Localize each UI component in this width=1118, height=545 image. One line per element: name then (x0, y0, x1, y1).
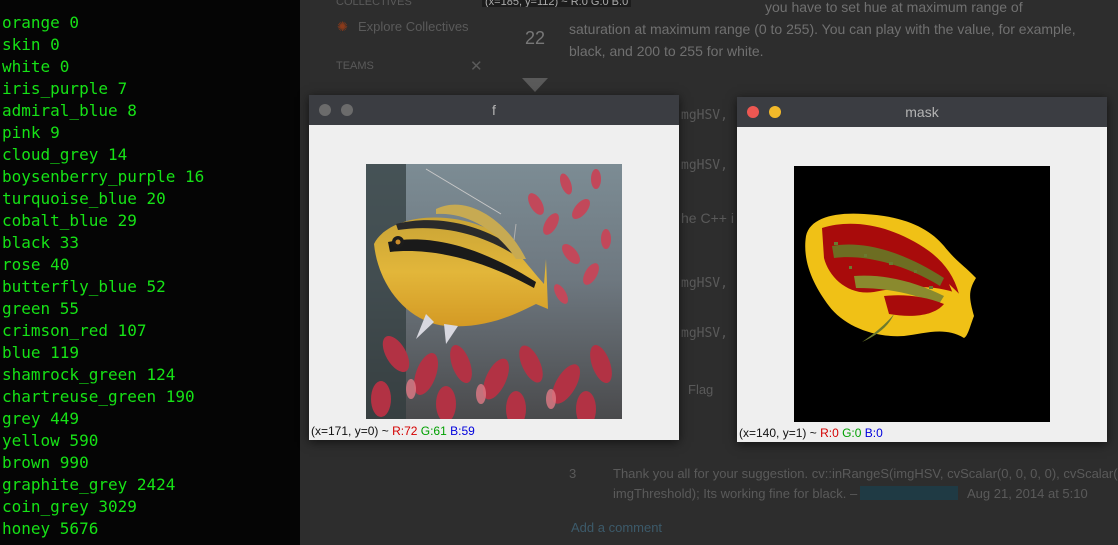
answer-fragment: he C++ i (681, 210, 734, 226)
code-fragment: mgHSV, (681, 158, 728, 173)
terminal-line: black 33 (2, 233, 80, 252)
comment-text-line-2: imgThreshold); Its working fine for blac… (613, 486, 858, 501)
add-comment-link[interactable]: Add a comment (571, 520, 662, 535)
status-blue-value: B:59 (450, 424, 475, 438)
status-red-value: R:72 (392, 424, 418, 438)
image-window-f[interactable]: f (x=171, y=0) ~ R:72 G:61 B:59 (309, 95, 679, 440)
terminal-line: yellow 590 (2, 431, 99, 450)
code-fragment: mgHSV, (681, 108, 728, 123)
terminal-line: rose 40 (2, 255, 70, 274)
status-green-value: G:0 (842, 426, 862, 440)
terminal-line: cobalt_blue 29 (2, 211, 137, 230)
terminal-line: brown 990 (2, 453, 89, 472)
window-title: f (492, 102, 496, 118)
status-coordinates: (x=140, y=1) ~ (739, 426, 817, 440)
collectives-label: COLLECTIVES (336, 0, 412, 8)
terminal-line: shamrock_green 124 (2, 365, 176, 384)
terminal-line: orange 0 (2, 13, 80, 32)
window-titlebar[interactable]: mask (737, 97, 1107, 127)
answer-text-line-2: saturation at maximum range (0 to 255). … (569, 21, 1076, 37)
terminal-line: crimson_red 107 (2, 321, 147, 340)
status-bar: (x=140, y=1) ~ R:0 G:0 B:0 (739, 426, 883, 440)
terminal-line: graphite_grey 2424 (2, 475, 176, 494)
terminal-line: chartreuse_green 190 (2, 387, 195, 406)
terminal-line: cloud_grey 14 (2, 145, 128, 164)
close-icon[interactable]: ✕ (470, 57, 483, 75)
terminal-line: admiral_blue 8 (2, 101, 137, 120)
comment-date: Aug 21, 2014 at 5:10 (967, 486, 1088, 501)
comment-user-badge[interactable] (860, 486, 958, 500)
teams-label: TEAMS (336, 60, 374, 72)
downvote-icon[interactable] (520, 76, 550, 94)
terminal-line: boysenberry_purple 16 (2, 167, 205, 186)
terminal-line: white 0 (2, 57, 70, 76)
terminal-line: butterfly_blue 52 (2, 277, 166, 296)
terminal-line: turquoise_blue 20 (2, 189, 166, 208)
window-title: mask (905, 104, 939, 120)
code-fragment: mgHSV, (681, 276, 728, 291)
explore-collectives-link[interactable]: Explore Collectives (358, 19, 469, 34)
terminal-line: iris_purple 7 (2, 79, 128, 98)
terminal-line: skin 0 (2, 35, 60, 54)
coordinate-tooltip: (x=185, y=112) ~ R:0 G:0 B:0 (482, 0, 632, 7)
terminal-line: honey 5676 (2, 519, 99, 538)
terminal-output: orange 0 skin 0 white 0 iris_purple 7 admira… (0, 0, 300, 545)
code-fragment: mgHSV, (681, 326, 728, 341)
image-window-mask[interactable]: mask (x=140, y=1) ~ R:0 G:0 B:0 (737, 97, 1107, 442)
terminal-line: grey 449 (2, 409, 80, 428)
terminal-line: pink 9 (2, 123, 60, 142)
answer-text-line-3: black, and 200 to 255 for white. (569, 43, 764, 59)
fish-photo[interactable] (366, 164, 622, 419)
flag-link[interactable]: Flag (688, 382, 713, 397)
comment-text-line-1: Thank you all for your suggestion. cv::i… (613, 466, 1118, 481)
status-blue-value: B:0 (864, 426, 883, 440)
comment-score: 3 (569, 466, 577, 481)
status-red-value: R:0 (820, 426, 839, 440)
vote-count: 22 (524, 28, 546, 48)
status-coordinates: (x=171, y=0) ~ (311, 424, 389, 438)
status-green-value: G:61 (420, 424, 447, 438)
collectives-icon: ✺ (337, 19, 348, 34)
terminal-line: green 55 (2, 299, 80, 318)
mask-image[interactable] (794, 166, 1050, 422)
answer-text-line-1: you have to set hue at maximum range of (765, 0, 1023, 15)
window-titlebar[interactable]: f (309, 95, 679, 125)
status-bar: (x=171, y=0) ~ R:72 G:61 B:59 (311, 424, 475, 438)
terminal-line: blue 119 (2, 343, 80, 362)
terminal-line: coin_grey 3029 (2, 497, 137, 516)
